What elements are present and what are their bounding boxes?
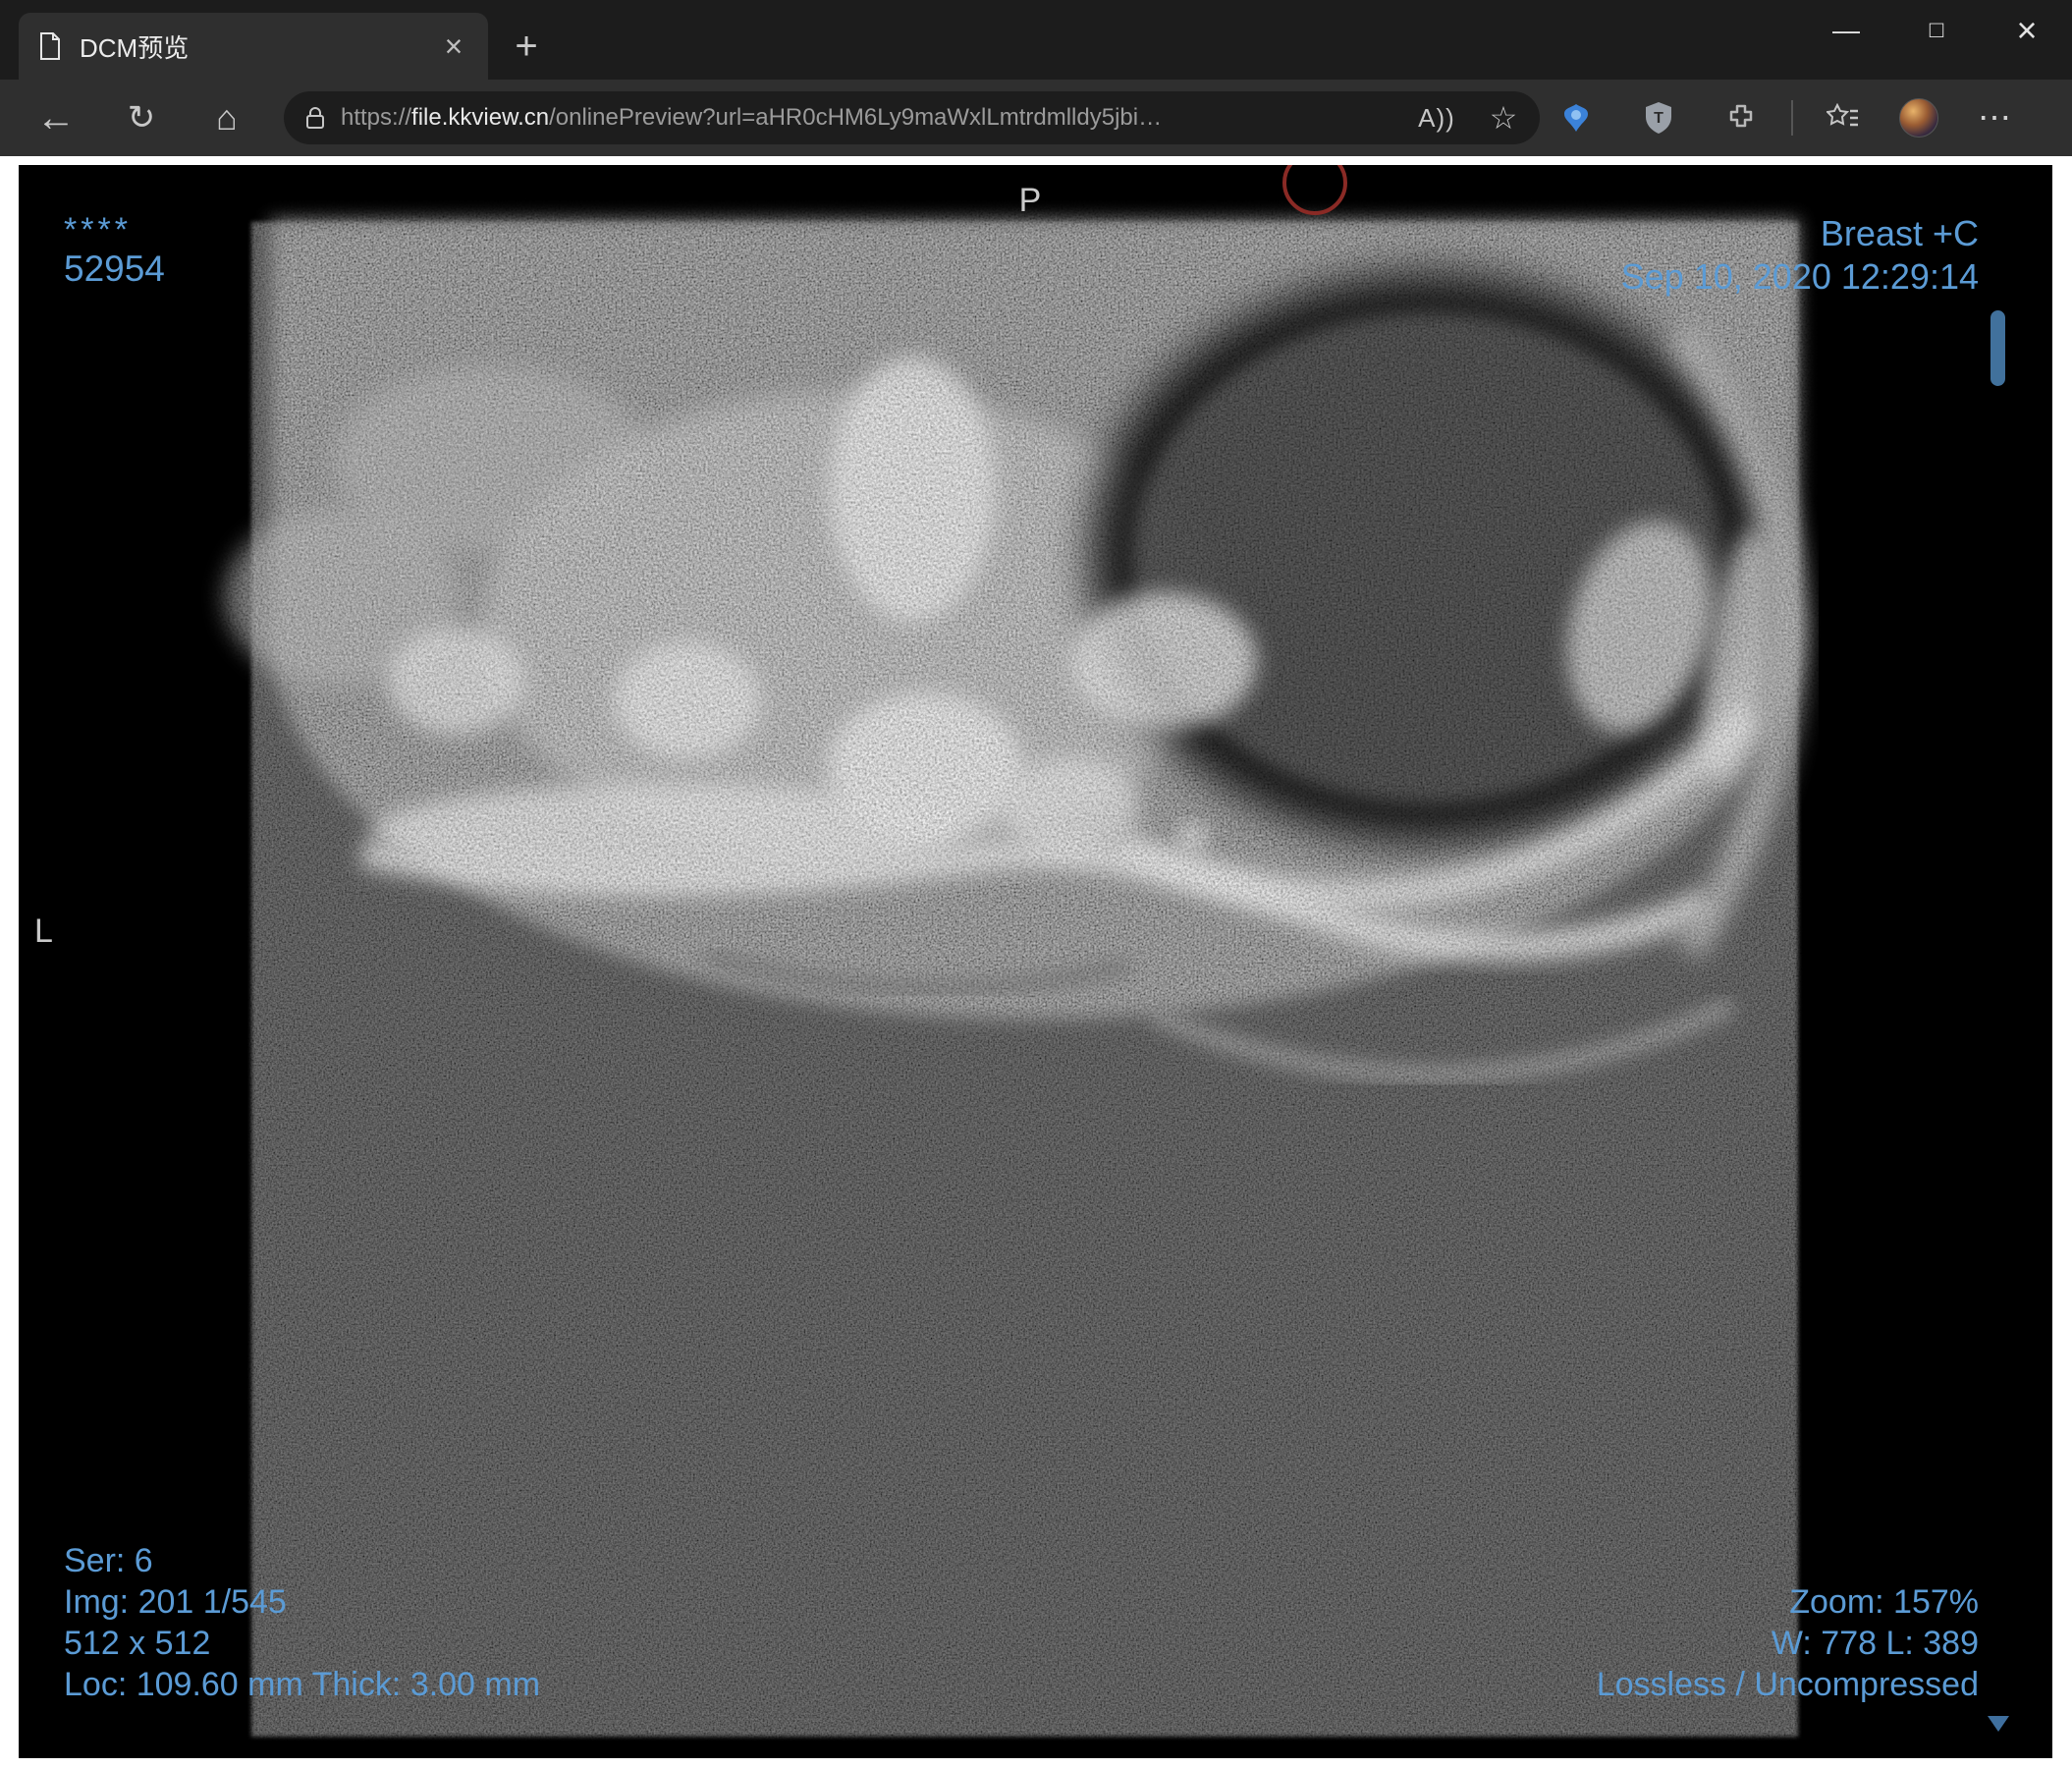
extensions-puzzle-icon[interactable] bbox=[1715, 91, 1768, 144]
tab-title: DCM预览 bbox=[80, 32, 190, 63]
tab-close-button[interactable]: × bbox=[433, 26, 474, 67]
url-scheme: https:// bbox=[341, 104, 412, 131]
title-bar: DCM预览 × + — □ × bbox=[0, 0, 2072, 80]
url-host: file.kkview.cn bbox=[411, 104, 550, 131]
url-path: /onlinePreview?url=aHR0cHM6Ly9maWxlLmtrd… bbox=[549, 104, 1163, 131]
image-index: Img: 201 1/545 bbox=[64, 1583, 287, 1621]
window-controls: — □ × bbox=[1801, 0, 2072, 80]
compression-info: Lossless / Uncompressed bbox=[1596, 1666, 1979, 1703]
study-description: Breast +C bbox=[1820, 213, 1979, 253]
overlay-top-right: Breast +C Sep 10, 2020 12:29:14 bbox=[1621, 212, 1979, 299]
dicom-image[interactable] bbox=[19, 165, 2052, 1758]
browser-tab[interactable]: DCM预览 × bbox=[19, 13, 488, 80]
window-level: W: 778 L: 389 bbox=[1771, 1625, 1979, 1662]
toolbar-icons: T ⋯ bbox=[1550, 91, 2021, 144]
back-button[interactable]: ← bbox=[27, 89, 84, 146]
series-scrollbar-thumb[interactable] bbox=[1990, 310, 2005, 386]
scroll-down-arrow[interactable] bbox=[1988, 1716, 2009, 1732]
maximize-button[interactable]: □ bbox=[1891, 0, 1982, 61]
address-bar[interactable]: https://file.kkview.cn/onlinePreview?url… bbox=[284, 91, 1540, 144]
overlay-bottom-right: Zoom: 157% W: 778 L: 389 Lossless / Unco… bbox=[1597, 1581, 1979, 1705]
series-number: Ser: 6 bbox=[64, 1542, 153, 1579]
patient-name-masked: **** bbox=[64, 211, 132, 249]
toolbar-divider bbox=[1791, 100, 1793, 136]
lock-icon[interactable] bbox=[305, 105, 327, 131]
document-icon bbox=[38, 31, 64, 61]
zoom-level: Zoom: 157% bbox=[1789, 1583, 1979, 1621]
favorites-hub-icon[interactable] bbox=[1817, 91, 1870, 144]
window-close-button[interactable]: × bbox=[1982, 0, 2072, 61]
refresh-button[interactable]: ↻ bbox=[113, 89, 170, 146]
patient-id: 52954 bbox=[64, 249, 165, 289]
study-datetime: Sep 10, 2020 12:29:14 bbox=[1620, 256, 1979, 297]
shield-letter: T bbox=[1654, 110, 1663, 127]
dicom-viewer: **** 52954 P L Breast +C Sep 10, 2020 12… bbox=[19, 165, 2052, 1758]
slice-location: Loc: 109.60 mm Thick: 3.00 mm bbox=[64, 1666, 541, 1703]
image-matrix: 512 x 512 bbox=[64, 1625, 211, 1662]
shield-extension-icon[interactable]: T bbox=[1632, 91, 1685, 144]
read-aloud-button[interactable]: A)) bbox=[1410, 95, 1463, 140]
profile-avatar[interactable] bbox=[1899, 98, 1938, 138]
orientation-marker-left: L bbox=[34, 912, 53, 950]
page-content: **** 52954 P L Breast +C Sep 10, 2020 12… bbox=[0, 156, 2072, 1768]
minimize-button[interactable]: — bbox=[1801, 0, 1891, 61]
overlay-bottom-left: Ser: 6 Img: 201 1/545 512 x 512 Loc: 109… bbox=[64, 1540, 540, 1705]
new-tab-button[interactable]: + bbox=[500, 20, 553, 73]
overlay-top-left: **** 52954 bbox=[64, 212, 165, 291]
add-favorite-button[interactable]: ☆ bbox=[1477, 95, 1530, 140]
extension-blue-icon[interactable] bbox=[1550, 91, 1603, 144]
settings-more-button[interactable]: ⋯ bbox=[1968, 91, 2021, 144]
url-text: https://file.kkview.cn/onlinePreview?url… bbox=[341, 104, 1396, 132]
navigation-bar: ← ↻ ⌂ https://file.kkview.cn/onlinePrevi… bbox=[0, 80, 2072, 156]
orientation-marker-posterior: P bbox=[1018, 182, 1042, 219]
home-button[interactable]: ⌂ bbox=[198, 89, 255, 146]
